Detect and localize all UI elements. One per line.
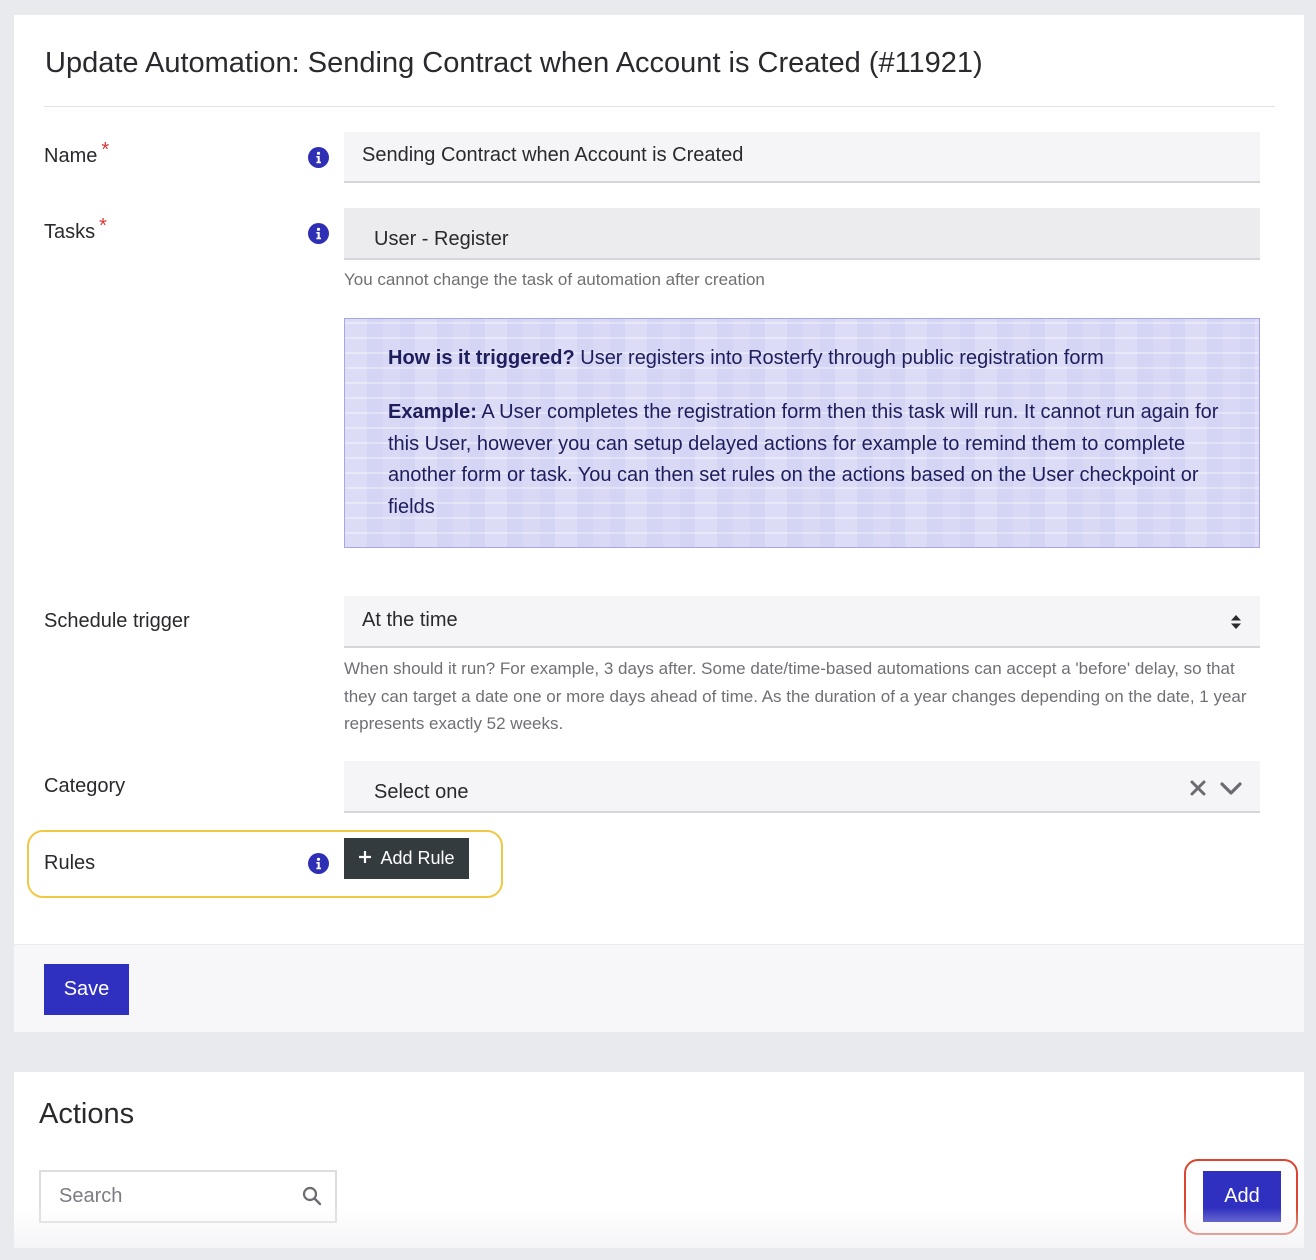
chevron-down-icon[interactable] bbox=[1220, 779, 1242, 802]
schedule-trigger-label: Schedule trigger bbox=[44, 610, 190, 632]
actions-card: Actions Add bbox=[14, 1072, 1304, 1248]
search-icon[interactable] bbox=[302, 1186, 322, 1211]
automation-form-card: Update Automation: Sending Contract when… bbox=[14, 15, 1304, 1032]
category-select[interactable]: Select one bbox=[344, 761, 1260, 813]
page-title: Update Automation: Sending Contract when… bbox=[45, 47, 983, 79]
name-label: Name * bbox=[44, 139, 109, 168]
search-field[interactable] bbox=[39, 1170, 337, 1223]
save-button[interactable]: Save bbox=[44, 964, 129, 1015]
tasks-select-value: User - Register bbox=[374, 228, 509, 250]
form-footer: Save bbox=[14, 944, 1304, 1032]
schedule-trigger-value: At the time bbox=[362, 609, 458, 631]
category-select-controls bbox=[1190, 779, 1242, 802]
tasks-help-text: You cannot change the task of automation… bbox=[344, 270, 765, 289]
add-rule-button-label: Add Rule bbox=[380, 848, 455, 868]
name-input-value: Sending Contract when Account is Created bbox=[362, 144, 744, 166]
name-input[interactable]: Sending Contract when Account is Created bbox=[344, 132, 1260, 183]
sort-arrows-icon bbox=[1230, 613, 1242, 636]
schedule-trigger-help-text: When should it run? For example, 3 days … bbox=[344, 659, 1247, 733]
required-mark: * bbox=[99, 215, 107, 237]
tasks-label-text: Tasks bbox=[44, 221, 96, 243]
info-icon[interactable] bbox=[308, 147, 329, 168]
info-icon[interactable] bbox=[308, 853, 329, 874]
trigger-text: User registers into Rosterfy through pub… bbox=[574, 347, 1104, 369]
tasks-label: Tasks * bbox=[44, 215, 107, 244]
schedule-trigger-select[interactable]: At the time bbox=[344, 596, 1260, 648]
category-label: Category bbox=[44, 775, 126, 797]
rules-label: Rules bbox=[44, 852, 96, 874]
trigger-description: How is it triggered? User registers into… bbox=[388, 343, 1238, 375]
title-divider bbox=[44, 106, 1275, 107]
example-description: Example: A User completes the registrati… bbox=[388, 397, 1238, 523]
clear-x-icon[interactable] bbox=[1190, 779, 1206, 802]
tasks-select[interactable]: User - Register bbox=[344, 208, 1260, 260]
required-mark: * bbox=[101, 139, 110, 161]
add-rule-button[interactable]: Add Rule bbox=[344, 838, 469, 879]
trigger-heading: How is it triggered? bbox=[388, 347, 575, 369]
task-description-callout: How is it triggered? User registers into… bbox=[344, 318, 1260, 548]
info-icon[interactable] bbox=[308, 223, 329, 244]
example-heading: Example: bbox=[388, 401, 477, 423]
category-placeholder: Select one bbox=[374, 781, 469, 803]
name-label-text: Name bbox=[44, 145, 98, 167]
add-action-button[interactable]: Add bbox=[1203, 1171, 1281, 1222]
search-input[interactable] bbox=[59, 1185, 289, 1208]
actions-title: Actions bbox=[39, 1098, 135, 1130]
example-text: A User completes the registration form t… bbox=[388, 401, 1219, 518]
plus-icon bbox=[358, 848, 372, 869]
